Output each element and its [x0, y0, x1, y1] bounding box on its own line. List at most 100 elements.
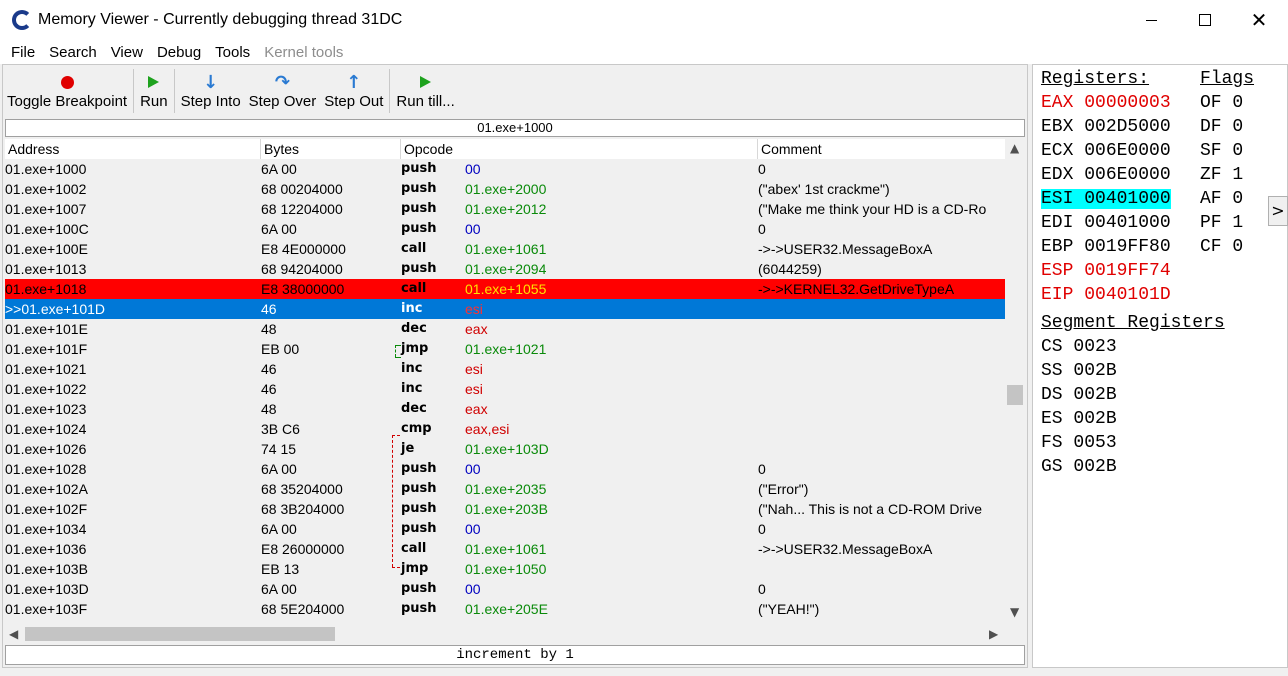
flag-of[interactable]: OF 0: [1200, 91, 1243, 115]
horizontal-scrollbar[interactable]: ◀ ▶: [5, 625, 1005, 643]
disassembly-row[interactable]: 01.exe+100C 6A 00 push 00 0: [5, 219, 1005, 239]
column-opcode[interactable]: Opcode: [401, 139, 758, 159]
scroll-up-icon[interactable]: ▲: [1010, 141, 1019, 155]
disassembly-row[interactable]: 01.exe+1026 74 15 je 01.exe+103D: [5, 439, 1005, 459]
flag-name: DF: [1200, 117, 1222, 137]
menu-view[interactable]: View: [104, 44, 150, 61]
vertical-scroll-thumb[interactable]: [1007, 385, 1023, 405]
menu-tools[interactable]: Tools: [208, 44, 257, 61]
segment-cs[interactable]: CS 0023: [1041, 335, 1117, 359]
disassembly-row[interactable]: 01.exe+1013 68 94204000 push 01.exe+2094 (60…: [5, 259, 1005, 279]
flag-zf[interactable]: ZF 1: [1200, 163, 1243, 187]
disassembly-row[interactable]: 01.exe+1018 E8 38000000 call 01.exe+1055 ->-…: [5, 279, 1005, 299]
register-edi[interactable]: EDI 00401000: [1041, 211, 1171, 235]
scroll-right-icon[interactable]: ▶: [989, 627, 998, 641]
minimize-button[interactable]: [1124, 0, 1178, 40]
run-button[interactable]: Run: [136, 65, 172, 117]
disassembly-row[interactable]: 01.exe+1036 E8 26000000 call 01.exe+1061 ->-…: [5, 539, 1005, 559]
register-name: EBP: [1041, 237, 1074, 257]
row-address: 01.exe+1018: [5, 281, 87, 297]
step-over-button[interactable]: ↷ Step Over: [245, 65, 321, 117]
row-address: 01.exe+1028: [5, 461, 87, 477]
row-opcode: push: [401, 181, 437, 196]
flag-pf[interactable]: PF 1: [1200, 211, 1243, 235]
step-out-button[interactable]: ↑ Step Out: [320, 65, 387, 117]
disassembly-row[interactable]: 01.exe+1007 68 12204000 push 01.exe+2012 ("M…: [5, 199, 1005, 219]
flag-sf[interactable]: SF 0: [1200, 139, 1243, 163]
disassembly-row[interactable]: 01.exe+1021 46 inc esi: [5, 359, 1005, 379]
flag-name: SF: [1200, 141, 1222, 161]
disassembly-row[interactable]: 01.exe+1034 6A 00 push 00 0: [5, 519, 1005, 539]
disassembly-list[interactable]: Address Bytes Opcode Comment 01.exe+1000…: [5, 139, 1005, 623]
row-operand: 01.exe+1061: [465, 541, 547, 557]
toggle-breakpoint-button[interactable]: Toggle Breakpoint: [3, 65, 131, 117]
scroll-left-icon[interactable]: ◀: [9, 627, 18, 641]
row-bytes: E8 4E000000: [261, 241, 346, 257]
row-bytes: 6A 00: [261, 161, 297, 177]
disassembly-row[interactable]: 01.exe+103D 6A 00 push 00 0: [5, 579, 1005, 599]
register-ebx[interactable]: EBX 002D5000: [1041, 115, 1171, 139]
register-name: EDI: [1041, 213, 1074, 233]
flag-cf[interactable]: CF 0: [1200, 235, 1243, 259]
flag-af[interactable]: AF 0: [1200, 187, 1243, 211]
row-operand: 00: [465, 221, 481, 237]
disassembly-row[interactable]: >>01.exe+101D 46 inc esi: [5, 299, 1005, 319]
row-operand: 00: [465, 521, 481, 537]
flag-value: 1: [1232, 213, 1244, 233]
vertical-scrollbar[interactable]: ▲ ▼: [1006, 139, 1024, 623]
disassembly-row[interactable]: 01.exe+103B EB 13 jmp 01.exe+1050: [5, 559, 1005, 579]
register-edx[interactable]: EDX 006E0000: [1041, 163, 1171, 187]
flag-value: 1: [1232, 165, 1244, 185]
disassembly-row[interactable]: 01.exe+1028 6A 00 push 00 0: [5, 459, 1005, 479]
column-bytes[interactable]: Bytes: [261, 139, 401, 159]
disassembly-row[interactable]: 01.exe+101F EB 00 jmp 01.exe+1021: [5, 339, 1005, 359]
disassembly-row[interactable]: 01.exe+101E 48 dec eax: [5, 319, 1005, 339]
row-address: 01.exe+100E: [5, 241, 88, 257]
close-button[interactable]: ✕: [1232, 0, 1286, 40]
row-opcode: push: [401, 261, 437, 276]
run-till-button[interactable]: Run till...: [392, 65, 458, 117]
disassembly-row[interactable]: 01.exe+1022 46 inc esi: [5, 379, 1005, 399]
disassembly-row[interactable]: 01.exe+103F 68 5E204000 push 01.exe+205E ("Y…: [5, 599, 1005, 619]
segment-es[interactable]: ES 002B: [1041, 407, 1117, 431]
step-over-icon: ↷: [274, 71, 290, 93]
maximize-button[interactable]: [1178, 0, 1232, 40]
register-eip[interactable]: EIP 0040101D: [1041, 283, 1171, 307]
horizontal-scroll-thumb[interactable]: [25, 627, 335, 641]
register-eax[interactable]: EAX 00000003: [1041, 91, 1171, 115]
row-bytes: 48: [261, 321, 277, 337]
column-comment[interactable]: Comment: [758, 139, 1005, 159]
disassembly-row[interactable]: 01.exe+102F 68 3B204000 push 01.exe+203B ("N…: [5, 499, 1005, 519]
menu-search[interactable]: Search: [42, 44, 104, 61]
row-bytes: E8 26000000: [261, 541, 345, 557]
menu-kernel-tools[interactable]: Kernel tools: [257, 44, 350, 61]
segment-ds[interactable]: DS 002B: [1041, 383, 1117, 407]
minimize-icon: [1145, 19, 1157, 21]
register-ecx[interactable]: ECX 006E0000: [1041, 139, 1171, 163]
row-opcode: dec: [401, 401, 427, 416]
row-opcode: inc: [401, 301, 423, 316]
disassembly-row[interactable]: 01.exe+1002 68 00204000 push 01.exe+2000 ("a…: [5, 179, 1005, 199]
scroll-down-icon[interactable]: ▼: [1010, 605, 1019, 619]
menu-file[interactable]: File: [4, 44, 42, 61]
disassembly-row[interactable]: 01.exe+1000 6A 00 push 00 0: [5, 159, 1005, 179]
disassembly-row[interactable]: 01.exe+100E E8 4E000000 call 01.exe+1061 ->-…: [5, 239, 1005, 259]
segment-gs[interactable]: GS 002B: [1041, 455, 1117, 479]
segment-value: 002B: [1073, 361, 1117, 381]
flags-header: Flags: [1200, 69, 1255, 89]
disassembly-row[interactable]: 01.exe+1023 48 dec eax: [5, 399, 1005, 419]
menu-debug[interactable]: Debug: [150, 44, 208, 61]
step-into-button[interactable]: ↓ Step Into: [177, 65, 245, 117]
disassembly-row[interactable]: 01.exe+102A 68 35204000 push 01.exe+2035 ("E…: [5, 479, 1005, 499]
column-address[interactable]: Address: [5, 139, 261, 159]
flag-df[interactable]: DF 0: [1200, 115, 1243, 139]
expand-panel-button[interactable]: >: [1268, 196, 1288, 226]
segment-fs[interactable]: FS 0053: [1041, 431, 1117, 455]
row-comment: 0: [758, 461, 766, 477]
disassembly-row[interactable]: 01.exe+1024 3B C6 cmp eax,esi: [5, 419, 1005, 439]
register-esp[interactable]: ESP 0019FF74: [1041, 259, 1171, 283]
segment-ss[interactable]: SS 002B: [1041, 359, 1117, 383]
register-esi[interactable]: ESI 00401000: [1041, 187, 1171, 211]
current-address-field[interactable]: 01.exe+1000: [5, 119, 1025, 137]
register-ebp[interactable]: EBP 0019FF80: [1041, 235, 1171, 259]
